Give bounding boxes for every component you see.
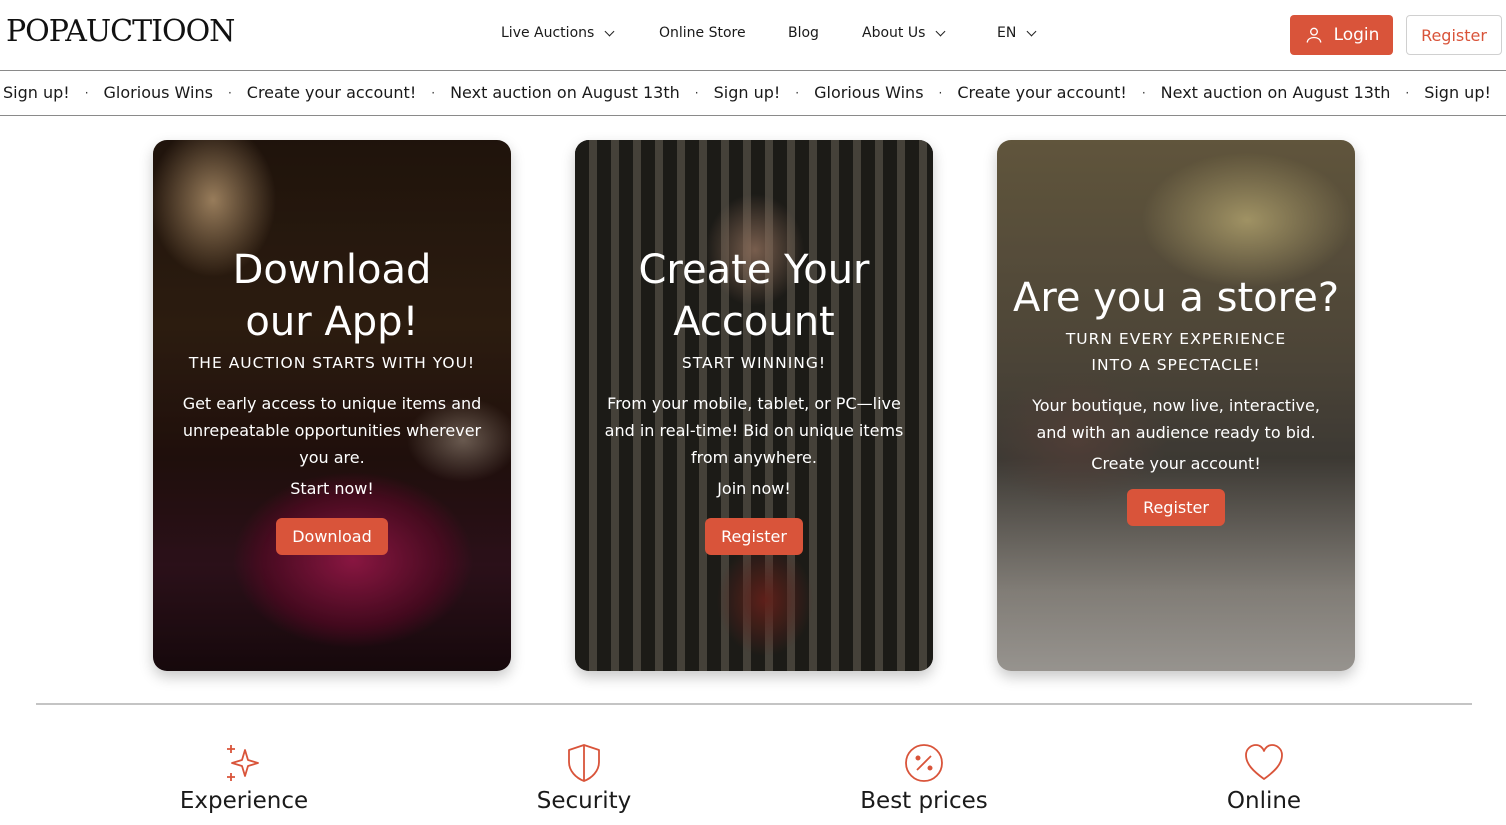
nav-blog-label: Blog [788,25,819,41]
card-content: Are you a store? TURN EVERY EXPERIENCE I… [997,272,1355,526]
feature-label: Experience [179,788,309,814]
language-label: EN [997,25,1017,41]
ticker-separator: · [431,85,436,100]
card-subtitle-line: TURN EVERY EXPERIENCE [1065,330,1287,348]
login-button[interactable]: Login [1290,15,1393,55]
ticker-item: Glorious Wins [103,83,213,102]
card-body: Your boutique, now live, interactive, an… [1032,396,1320,442]
ticker-separator: · [227,85,232,100]
card-title: Download our App! [153,244,511,348]
ticker-separator: · [84,85,89,100]
nav-live-auctions-label: Live Auctions [501,25,595,41]
ticker-track: Sign up! · Glorious Wins · Create your a… [3,83,1491,102]
ticker-separator: · [694,85,699,100]
card-title-line: Account [673,299,835,345]
card-cta-text: Start now! [290,479,374,498]
feature-best-prices: Best prices [804,742,1044,814]
chevron-down-icon [935,26,946,36]
feature-experience: Experience [124,742,364,814]
card-content: Create Your Account START WINNING! From … [575,244,933,555]
sparkles-icon [227,745,259,781]
download-button[interactable]: Download [276,518,388,555]
card-title: Create Your Account [575,244,933,348]
nav-live-auctions[interactable]: Live Auctions [501,25,615,41]
card-title-line: Create Your [638,247,870,293]
ticker-item: Glorious Wins [814,83,924,102]
card-content: Download our App! THE AUCTION STARTS WIT… [153,244,511,555]
ticker-item: Create your account! [957,83,1127,102]
chevron-down-icon [1026,26,1037,36]
store-card: Are you a store? TURN EVERY EXPERIENCE I… [997,140,1355,671]
user-icon [1306,27,1321,43]
site-logo[interactable]: POPAUCTIOON [6,14,235,49]
card-subtitle-line: INTO A SPECTACLE! [1091,356,1261,374]
card-cta-text: Create your account! [1091,454,1261,473]
card-title: Are you a store? [1012,275,1340,321]
language-selector[interactable]: EN [997,25,1037,41]
ticker-item: Sign up! [713,83,781,102]
login-label: Login [1333,25,1380,45]
nav-about-us-label: About Us [862,25,926,41]
card-subtitle: START WINNING! [681,354,827,372]
feature-online: Online [1144,742,1384,814]
ticker-separator: · [938,85,943,100]
feature-label: Online [1226,788,1302,814]
nav-about-us[interactable]: About Us [862,25,946,41]
ticker-item: Sign up! [3,83,70,102]
chevron-down-icon [604,26,615,36]
store-register-button[interactable]: Register [1127,489,1225,526]
nav-blog[interactable]: Blog [788,25,819,41]
ticker-item: Sign up! [1424,83,1491,102]
section-divider [36,703,1472,705]
card-title-line: Download [232,247,432,293]
ticker-item: Create your account! [246,83,417,102]
card-subtitle: TURN EVERY EXPERIENCE INTO A SPECTACLE! [997,326,1355,378]
nav-online-store-label: Online Store [659,25,746,41]
site-header: POPAUCTIOON Live Auctions Online Store B… [0,0,1506,71]
feature-label: Security [536,788,632,814]
register-button[interactable]: Register [1406,15,1502,55]
heart-icon [1245,744,1283,780]
card-body: From your mobile, tablet, or PC—live and… [604,394,904,467]
nav-online-store[interactable]: Online Store [659,25,746,41]
ticker-separator: · [1141,85,1146,100]
download-app-card: Download our App! THE AUCTION STARTS WIT… [153,140,511,671]
feature-security: Security [464,742,704,814]
announcement-ticker: Sign up! · Glorious Wins · Create your a… [0,71,1506,116]
ticker-separator: · [1405,85,1410,100]
ticker-separator: · [795,85,800,100]
percent-badge-icon [905,744,943,782]
card-cta-text: Join now! [717,479,791,498]
card-subtitle: THE AUCTION STARTS WITH YOU! [188,354,476,372]
card-body: Get early access to unique items and unr… [182,394,482,467]
create-account-card: Create Your Account START WINNING! From … [575,140,933,671]
shield-icon [568,744,600,782]
feature-label: Best prices [860,788,988,814]
card-title-line: our App! [245,299,419,345]
ticker-item: Next auction on August 13th [450,83,680,102]
ticker-item: Next auction on August 13th [1160,83,1391,102]
register-card-button[interactable]: Register [705,518,803,555]
